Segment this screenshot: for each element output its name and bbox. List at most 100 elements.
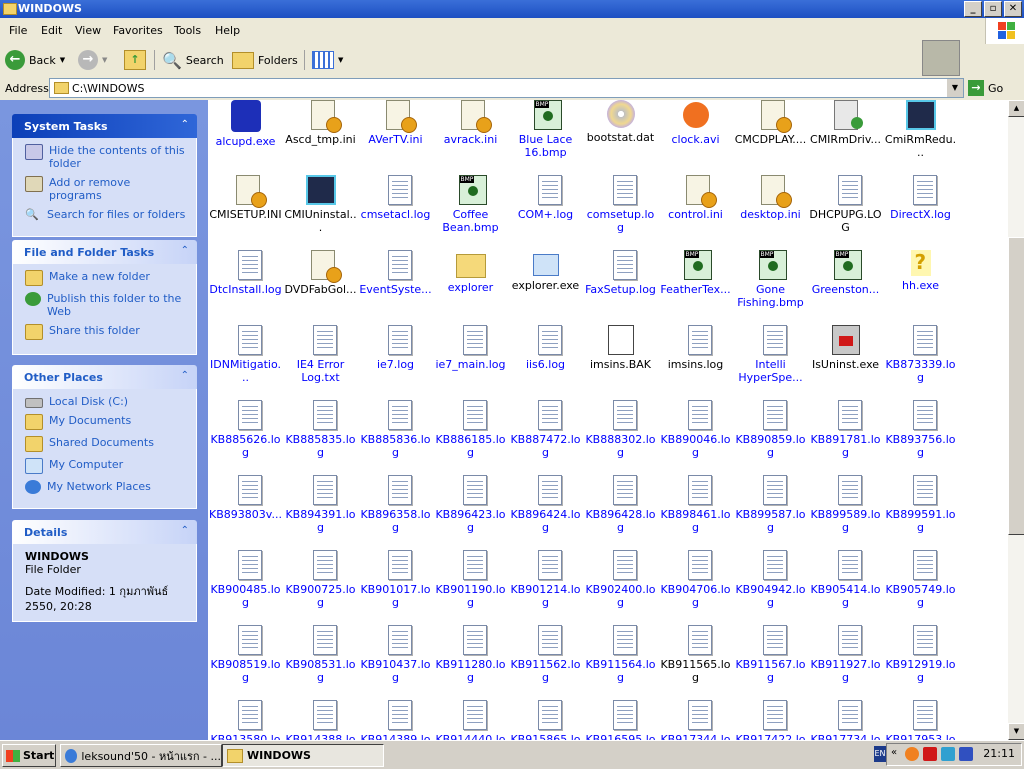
file-item[interactable]: Blue Lace 16.bmp xyxy=(508,100,583,171)
file-item[interactable]: KB911565.log xyxy=(658,621,733,696)
vertical-scrollbar[interactable]: ▲ ▼ xyxy=(1008,100,1024,740)
file-item[interactable]: KB905749.log xyxy=(883,546,958,621)
collapse-chevron-icon[interactable]: ⌃ xyxy=(181,370,189,381)
file-item[interactable]: KB888302.log xyxy=(583,396,658,471)
menu-favorites[interactable]: Favorites xyxy=(113,24,163,37)
folders-button[interactable]: Folders xyxy=(232,48,298,72)
file-item[interactable]: CMIUninstal... xyxy=(283,171,358,246)
file-item[interactable]: KB885626.log xyxy=(208,396,283,471)
views-button[interactable]: ▼ xyxy=(312,48,343,72)
forward-button[interactable]: → ▼ xyxy=(78,48,107,72)
scroll-up-button[interactable]: ▲ xyxy=(1008,100,1024,117)
file-item[interactable]: iis6.log xyxy=(508,321,583,396)
file-item[interactable]: KB916595.log xyxy=(583,696,658,740)
file-item[interactable]: imsins.BAK xyxy=(583,321,658,396)
file-item[interactable]: KB901190.log xyxy=(433,546,508,621)
file-item[interactable]: Greenston... xyxy=(808,246,883,321)
file-item[interactable]: KB873339.log xyxy=(883,321,958,396)
file-item[interactable]: KB901214.log xyxy=(508,546,583,621)
file-item[interactable]: KB891781.log xyxy=(808,396,883,471)
file-item[interactable]: KB893756.log xyxy=(883,396,958,471)
file-item[interactable]: KB894391.log xyxy=(283,471,358,546)
file-item[interactable]: IDNMitigatio... xyxy=(208,321,283,396)
file-item[interactable]: KB902400.log xyxy=(583,546,658,621)
network-tray-icon[interactable] xyxy=(941,747,955,761)
file-item[interactable]: KB914389.log xyxy=(358,696,433,740)
file-item[interactable]: KB912919.log xyxy=(883,621,958,696)
file-item[interactable]: control.ini xyxy=(658,171,733,246)
task-add-remove-programs[interactable]: Add or remove programs xyxy=(25,176,186,202)
panel-header[interactable]: Other Places ⌃ xyxy=(12,365,197,389)
file-item[interactable]: KB917734.log xyxy=(808,696,883,740)
file-item[interactable]: CmiRmRedu... xyxy=(883,100,958,171)
back-button[interactable]: ← Back ▼ xyxy=(5,48,65,72)
panel-header[interactable]: Details ⌃ xyxy=(12,520,197,544)
task-hide-contents[interactable]: Hide the contents of this folder xyxy=(25,144,186,170)
file-item[interactable]: KB885836.log xyxy=(358,396,433,471)
taskbar-button-browser[interactable]: leksound'50 - หน้าแรก - ... xyxy=(60,744,222,767)
file-item[interactable]: KB908531.log xyxy=(283,621,358,696)
panel-header[interactable]: System Tasks ⌃ xyxy=(12,114,197,138)
file-item[interactable]: KB911562.log xyxy=(508,621,583,696)
file-item[interactable]: KB910437.log xyxy=(358,621,433,696)
file-item[interactable]: IE4 Error Log.txt xyxy=(283,321,358,396)
place-my-computer[interactable]: My Computer xyxy=(25,458,186,474)
panel-header[interactable]: File and Folder Tasks ⌃ xyxy=(12,240,197,264)
close-button[interactable]: ✕ xyxy=(1004,1,1022,17)
menu-file[interactable]: File xyxy=(9,24,27,37)
file-item[interactable]: KB901017.log xyxy=(358,546,433,621)
file-item[interactable]: KB911567.log xyxy=(733,621,808,696)
collapse-chevron-icon[interactable]: ⌃ xyxy=(181,119,189,130)
scroll-down-button[interactable]: ▼ xyxy=(1008,723,1024,740)
go-button[interactable]: → Go xyxy=(968,80,1003,96)
file-item[interactable]: KB904942.log xyxy=(733,546,808,621)
file-item[interactable]: explorer.exe xyxy=(508,246,583,321)
file-item[interactable]: CMIRmDriv... xyxy=(808,100,883,171)
file-item[interactable]: imsins.log xyxy=(658,321,733,396)
file-item[interactable]: DVDFabGol... xyxy=(283,246,358,321)
place-local-disk[interactable]: Local Disk (C:) xyxy=(25,395,186,408)
file-item[interactable]: KB899587.log xyxy=(733,471,808,546)
file-item[interactable]: clock.avi xyxy=(658,100,733,171)
file-item[interactable]: KB890859.log xyxy=(733,396,808,471)
file-item[interactable]: Intelli HyperSpe... xyxy=(733,321,808,396)
file-item[interactable]: alcupd.exe xyxy=(208,100,283,171)
menu-help[interactable]: Help xyxy=(215,24,240,37)
file-item[interactable]: KB917344.log xyxy=(658,696,733,740)
collapse-chevron-icon[interactable]: ⌃ xyxy=(181,245,189,256)
address-input[interactable]: C:\WINDOWS ▼ xyxy=(49,78,964,98)
file-item[interactable]: CMISETUP.INI xyxy=(208,171,283,246)
firefox-icon[interactable] xyxy=(905,747,919,761)
file-item[interactable]: KB905414.log xyxy=(808,546,883,621)
menu-tools[interactable]: Tools xyxy=(174,24,201,37)
file-item[interactable]: hh.exe xyxy=(883,246,958,321)
scroll-thumb[interactable] xyxy=(1008,237,1024,535)
maximize-button[interactable]: ▫ xyxy=(984,1,1002,17)
up-button[interactable]: ↑ xyxy=(124,48,146,72)
antivirus-icon[interactable] xyxy=(923,747,937,761)
address-dropdown-button[interactable]: ▼ xyxy=(947,79,963,97)
file-item[interactable]: ie7.log xyxy=(358,321,433,396)
file-item[interactable]: AVerTV.ini xyxy=(358,100,433,171)
file-item[interactable]: KB914440.log xyxy=(433,696,508,740)
file-item[interactable]: bootstat.dat xyxy=(583,100,658,171)
file-item[interactable]: FeatherTex... xyxy=(658,246,733,321)
file-item[interactable]: KB917422.log xyxy=(733,696,808,740)
show-hidden-icons-chevron[interactable]: « xyxy=(891,747,897,758)
file-item[interactable]: KB887472.log xyxy=(508,396,583,471)
file-item[interactable]: avrack.ini xyxy=(433,100,508,171)
file-item[interactable]: KB913580.log xyxy=(208,696,283,740)
file-item[interactable]: KB890046.log xyxy=(658,396,733,471)
file-item[interactable]: KB899591.log xyxy=(883,471,958,546)
menu-edit[interactable]: Edit xyxy=(41,24,62,37)
task-search-files[interactable]: 🔍 Search for files or folders xyxy=(25,208,186,222)
file-item[interactable]: KB911564.log xyxy=(583,621,658,696)
file-item[interactable]: ie7_main.log xyxy=(433,321,508,396)
file-item[interactable]: CMCDPLAY.... xyxy=(733,100,808,171)
file-item[interactable]: desktop.ini xyxy=(733,171,808,246)
task-share-folder[interactable]: Share this folder xyxy=(25,324,186,340)
utility-tray-icon[interactable] xyxy=(959,747,973,761)
file-item[interactable]: KB893803v... xyxy=(208,471,283,546)
file-item[interactable]: KB885835.log xyxy=(283,396,358,471)
file-item[interactable]: KB911927.log xyxy=(808,621,883,696)
